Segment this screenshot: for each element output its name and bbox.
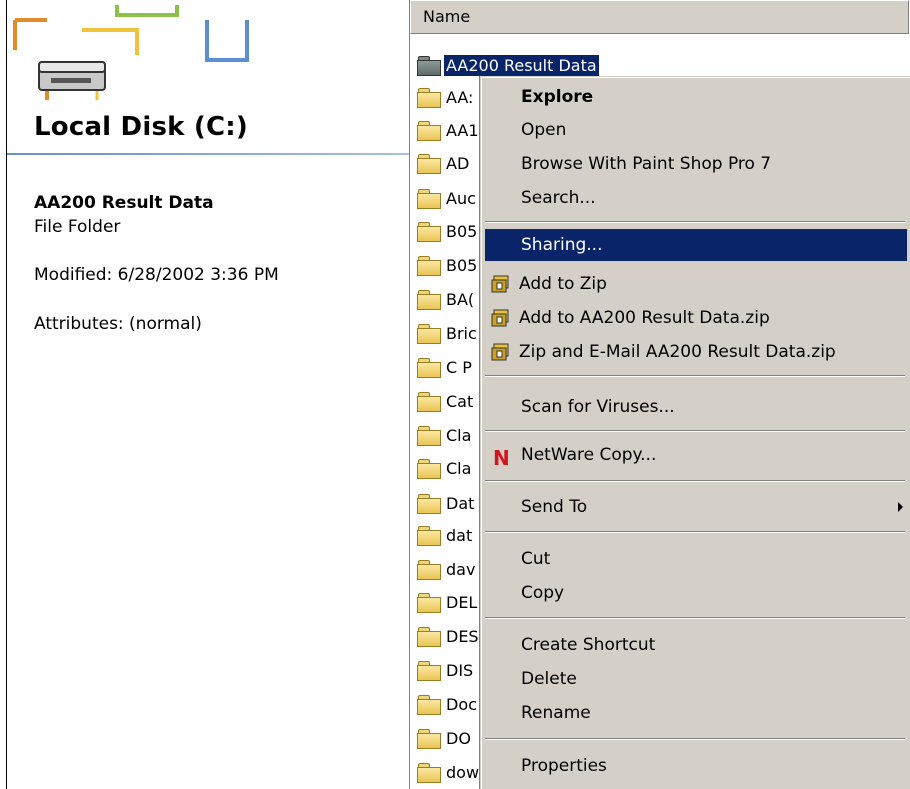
folder-icon <box>416 255 442 276</box>
file-name: Doc <box>446 694 477 714</box>
file-name: AD <box>446 153 470 173</box>
file-name: Cla <box>446 458 472 478</box>
menu-item-explore[interactable]: Explore <box>485 81 907 113</box>
winzip-icon <box>491 275 509 293</box>
menu-separator <box>485 375 905 377</box>
folder-icon <box>416 153 442 174</box>
file-name: AA200 Result Data <box>444 54 599 76</box>
file-name: DES <box>446 626 479 646</box>
file-name: DIS <box>446 660 474 680</box>
folder-icon <box>416 188 442 209</box>
selected-item-modified: Modified: 6/28/2002 3:36 PM <box>34 265 279 285</box>
menu-item-delete[interactable]: Delete <box>485 663 907 695</box>
menu-item-add-to-zip[interactable]: Add to Zip <box>485 268 907 300</box>
folder-icon <box>416 493 442 514</box>
file-name: Bric <box>446 323 477 343</box>
menu-item-scan-viruses[interactable]: Scan for Viruses... <box>485 391 907 423</box>
folder-icon <box>416 55 442 76</box>
winzip-icon <box>491 309 509 327</box>
file-name: Cla <box>446 425 472 445</box>
folder-icon <box>416 694 442 715</box>
hard-drive-icon <box>13 5 249 100</box>
file-name: C P <box>446 357 472 377</box>
selected-item-attributes: Attributes: (normal) <box>34 314 202 334</box>
menu-separator <box>485 221 905 223</box>
file-name: AA: <box>446 87 474 107</box>
folder-icon <box>416 762 442 783</box>
folder-icon <box>416 660 442 681</box>
file-name: dat <box>446 525 473 545</box>
submenu-arrow-icon <box>898 502 903 512</box>
menu-item-browse-psp[interactable]: Browse With Paint Shop Pro 7 <box>485 148 907 180</box>
menu-item-open[interactable]: Open <box>485 114 907 146</box>
file-row[interactable]: AA200 Result Data <box>416 52 906 78</box>
file-name: BA( <box>446 289 475 309</box>
menu-item-sharing[interactable]: Sharing... <box>485 229 907 261</box>
menu-item-properties[interactable]: Properties <box>485 750 907 782</box>
folder-icon <box>416 391 442 412</box>
menu-item-netware-copy[interactable]: N NetWare Copy... <box>485 439 907 471</box>
details-pane: Local Disk (C:) AA200 Result Data File F… <box>7 0 409 789</box>
folder-icon <box>416 120 442 141</box>
menu-item-zip-email[interactable]: Zip and E-Mail AA200 Result Data.zip <box>485 336 907 368</box>
folder-icon <box>416 323 442 344</box>
folder-icon <box>416 525 442 546</box>
title-divider <box>7 153 409 155</box>
folder-icon <box>416 626 442 647</box>
menu-item-send-to[interactable]: Send To <box>485 491 907 523</box>
selected-item-type: File Folder <box>34 217 121 237</box>
folder-icon <box>416 357 442 378</box>
menu-item-search[interactable]: Search... <box>485 182 907 214</box>
folder-icon <box>416 221 442 242</box>
selected-item-name: AA200 Result Data <box>34 193 214 213</box>
folder-icon <box>416 458 442 479</box>
file-name: B05 <box>446 255 478 275</box>
winzip-icon <box>491 343 509 361</box>
file-name: B05 <box>446 221 478 241</box>
menu-item-add-to-named-zip[interactable]: Add to AA200 Result Data.zip <box>485 302 907 334</box>
file-name: DO <box>446 728 471 748</box>
menu-item-cut[interactable]: Cut <box>485 543 907 575</box>
file-name: DEL <box>446 592 478 612</box>
menu-item-create-shortcut[interactable]: Create Shortcut <box>485 629 907 661</box>
file-name: Dat <box>446 493 475 513</box>
menu-separator <box>485 480 905 482</box>
file-name: Cat <box>446 391 474 411</box>
menu-item-rename[interactable]: Rename <box>485 697 907 729</box>
folder-icon <box>416 559 442 580</box>
file-name: Auc <box>446 188 476 208</box>
folder-icon <box>416 289 442 310</box>
menu-separator <box>485 531 905 533</box>
drive-title: Local Disk (C:) <box>34 112 248 142</box>
file-name: dow <box>446 762 480 782</box>
file-name: AA1 <box>446 120 479 140</box>
folder-icon <box>416 592 442 613</box>
menu-separator <box>485 617 905 619</box>
menu-item-copy[interactable]: Copy <box>485 577 907 609</box>
file-name: dav <box>446 559 476 579</box>
folder-icon <box>416 87 442 108</box>
menu-separator <box>485 430 905 432</box>
menu-separator <box>485 738 905 740</box>
netware-n-icon: N <box>493 446 510 470</box>
folder-icon <box>416 425 442 446</box>
context-menu: Explore Open Browse With Paint Shop Pro … <box>480 76 910 789</box>
folder-icon <box>416 728 442 749</box>
column-header-name[interactable]: Name <box>410 0 909 34</box>
